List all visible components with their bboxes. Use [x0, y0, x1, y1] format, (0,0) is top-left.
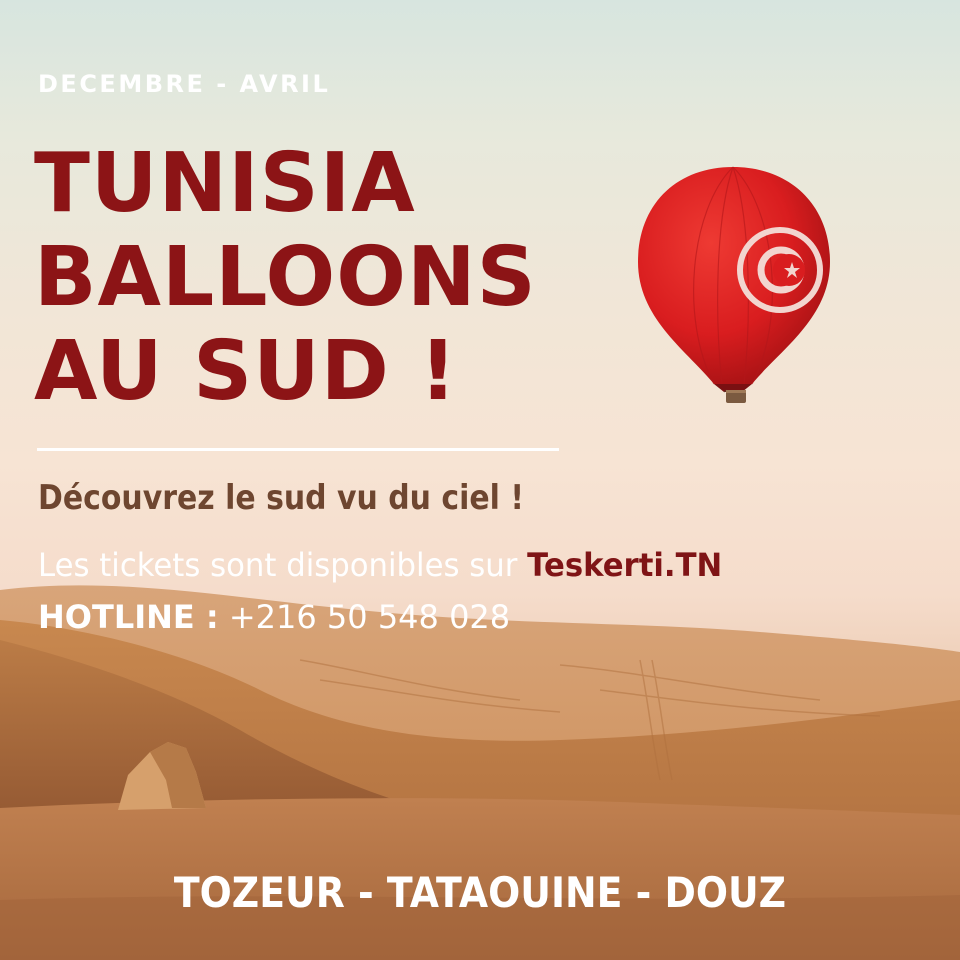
poster-title: TUNISIA BALLOONS AU SUD ! [34, 137, 537, 419]
hot-air-balloon [638, 166, 830, 403]
title-divider [37, 448, 559, 451]
tickets-info: Les tickets sont disponibles sur Teskert… [38, 546, 722, 584]
title-line-1: TUNISIA [34, 136, 416, 231]
hotline-number: +216 50 548 028 [228, 598, 511, 636]
tickets-text: Les tickets sont disponibles sur [38, 546, 518, 584]
tagline: Découvrez le sud vu du ciel ! [38, 478, 524, 518]
locations-list: TOZEUR - TATAOUINE - DOUZ [173, 868, 787, 917]
promo-poster: DECEMBRE - AVRIL TUNISIA BALLOONS AU SUD… [0, 0, 960, 960]
tickets-site-link[interactable]: Teskerti.TN [527, 546, 722, 584]
title-line-2: BALLOONS [34, 230, 537, 325]
hotline-info: HOTLINE : +216 50 548 028 [38, 598, 510, 636]
season-dates: DECEMBRE - AVRIL [38, 70, 331, 98]
hotline-label: HOTLINE : [38, 598, 219, 636]
title-line-3: AU SUD ! [34, 324, 458, 419]
